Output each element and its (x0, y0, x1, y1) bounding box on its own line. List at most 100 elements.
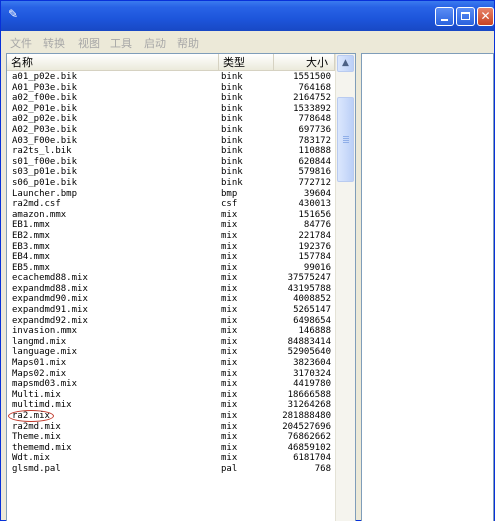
file-name-text: ra2.mix (8, 410, 54, 422)
menu-launch[interactable]: 启动 (144, 35, 166, 51)
file-name-text: thememd.mix (12, 442, 72, 453)
file-row[interactable]: s06_p01e.bik bink 772712 (7, 178, 335, 189)
file-size: 579816 (273, 167, 331, 178)
file-row[interactable]: thememd.mix mix 46859102 (7, 443, 335, 454)
file-row[interactable]: A03_F00e.bik bink 783172 (7, 136, 335, 147)
file-row[interactable]: EB1.mmx mix 84776 (7, 220, 335, 231)
menu-convert[interactable]: 转换 (43, 35, 65, 51)
file-row[interactable]: A01_P03e.bik bink 764168 (7, 83, 335, 94)
file-name: multimd.mix (12, 400, 217, 411)
file-size: 221784 (273, 231, 331, 242)
vertical-scrollbar[interactable]: ▲ (335, 54, 355, 521)
menu-view[interactable]: 视图 (78, 35, 100, 51)
file-row[interactable]: ra2ts_l.bik bink 110888 (7, 146, 335, 157)
column-header-type[interactable]: 类型 (219, 54, 274, 71)
file-type-text: mix (221, 241, 238, 252)
file-name-text: Theme.mix (12, 432, 61, 443)
file-row[interactable]: a02_p02e.bik bink 778648 (7, 114, 335, 125)
title-bar[interactable]: ✎ ✕ (1, 1, 494, 31)
file-row[interactable]: multimd.mix mix 31264268 (7, 400, 335, 411)
file-row[interactable]: Multi.mix mix 18666588 (7, 390, 335, 401)
column-header-name[interactable]: 名称 (7, 54, 219, 71)
file-type: mix (221, 305, 271, 316)
file-size-text: 281888480 (282, 411, 331, 421)
file-row[interactable]: s03_p01e.bik bink 579816 (7, 167, 335, 178)
file-size: 43195788 (273, 284, 331, 295)
file-type: mix (221, 220, 271, 231)
file-row[interactable]: amazon.mmx mix 151656 (7, 210, 335, 221)
file-type: bink (221, 136, 271, 147)
file-name-text: a01_p02e.bik (12, 72, 78, 82)
file-size: 430013 (273, 199, 331, 210)
file-size: 3823604 (273, 358, 331, 369)
file-type-text: bink (221, 103, 243, 114)
file-row[interactable]: EB2.mmx mix 221784 (7, 231, 335, 242)
file-row[interactable]: invasion.mmx mix 146888 (7, 326, 335, 337)
menu-help[interactable]: 帮助 (177, 35, 199, 51)
file-size-text: 4008852 (293, 294, 331, 305)
file-size-text: 46859102 (287, 442, 331, 453)
file-size: 151656 (273, 210, 331, 221)
file-row[interactable]: Theme.mix mix 76862662 (7, 432, 335, 443)
minimize-button[interactable] (435, 7, 454, 26)
file-row[interactable]: language.mix mix 52905640 (7, 347, 335, 358)
file-size-text: 76862662 (287, 432, 331, 443)
file-type: mix (221, 273, 271, 284)
file-name: a02_p02e.bik (12, 114, 217, 125)
file-row[interactable]: expandmd90.mix mix 4008852 (7, 294, 335, 305)
file-name: A01_P03e.bik (12, 83, 217, 94)
file-type: csf (221, 199, 271, 210)
file-name: Wdt.mix (12, 453, 217, 464)
file-row[interactable]: ra2.mix mix 281888480 (7, 410, 335, 422)
file-name-text: expandmd92.mix (12, 315, 88, 326)
file-size-text: 783172 (298, 135, 331, 146)
column-header-size[interactable]: 大小 (274, 54, 335, 71)
file-type: pal (221, 464, 271, 475)
menu-file[interactable]: 文件 (10, 35, 32, 51)
file-row[interactable]: a01_p02e.bik bink 1551500 (7, 72, 335, 83)
file-type: bink (221, 146, 271, 157)
file-row[interactable]: EB4.mmx mix 157784 (7, 252, 335, 263)
file-size-text: 192376 (298, 241, 331, 252)
file-row[interactable]: A02_P03e.bik bink 697736 (7, 125, 335, 136)
file-row[interactable]: s01_f00e.bik bink 620844 (7, 157, 335, 168)
file-name: expandmd88.mix (12, 284, 217, 295)
file-row[interactable]: mapsmd03.mix mix 4419780 (7, 379, 335, 390)
file-row[interactable]: Launcher.bmp bmp 39604 (7, 189, 335, 200)
file-row[interactable]: ra2md.csf csf 430013 (7, 199, 335, 210)
file-name: a01_p02e.bik (12, 72, 217, 83)
file-row[interactable]: glsmd.pal pal 768 (7, 464, 335, 475)
file-type: mix (221, 347, 271, 358)
maximize-button[interactable] (456, 7, 475, 26)
file-row[interactable]: Maps02.mix mix 3170324 (7, 369, 335, 380)
file-type-text: mix (221, 442, 238, 453)
file-type-text: mix (221, 220, 238, 231)
file-size: 76862662 (273, 432, 331, 443)
file-row[interactable]: expandmd92.mix mix 6498654 (7, 316, 335, 327)
file-name-text: s06_p01e.bik (12, 177, 78, 188)
file-type: bink (221, 104, 271, 115)
file-size-text: 37575247 (287, 273, 331, 284)
file-row[interactable]: expandmd91.mix mix 5265147 (7, 305, 335, 316)
file-list[interactable]: 名称 类型 大小 a01_p02e.bik bink 1551500 A01_P03e… (6, 53, 356, 521)
scroll-thumb[interactable] (337, 97, 354, 182)
file-name-text: EB2.mmx (12, 230, 50, 241)
file-row[interactable]: ra2md.mix mix 204527696 (7, 422, 335, 433)
file-size: 281888480 (273, 411, 331, 422)
file-rows: a01_p02e.bik bink 1551500 A01_P03e.bik bink 7… (7, 72, 335, 475)
scroll-up-button[interactable]: ▲ (337, 55, 354, 72)
close-button[interactable]: ✕ (477, 7, 494, 26)
file-row[interactable]: Wdt.mix mix 6181704 (7, 453, 335, 464)
file-type: bink (221, 83, 271, 94)
menu-tools[interactable]: 工具 (110, 35, 132, 51)
file-row[interactable]: EB3.mmx mix 192376 (7, 242, 335, 253)
file-row[interactable]: A02_P01e.bik bink 1533892 (7, 104, 335, 115)
file-row[interactable]: expandmd88.mix mix 43195788 (7, 284, 335, 295)
file-row[interactable]: EB5.mmx mix 99016 (7, 263, 335, 274)
file-row[interactable]: a02_f00e.bik bink 2164752 (7, 93, 335, 104)
file-type: mix (221, 263, 271, 274)
file-name-text: EB5.mmx (12, 262, 50, 273)
file-row[interactable]: langmd.mix mix 84883414 (7, 337, 335, 348)
file-row[interactable]: Maps01.mix mix 3823604 (7, 358, 335, 369)
file-row[interactable]: ecachemd88.mix mix 37575247 (7, 273, 335, 284)
